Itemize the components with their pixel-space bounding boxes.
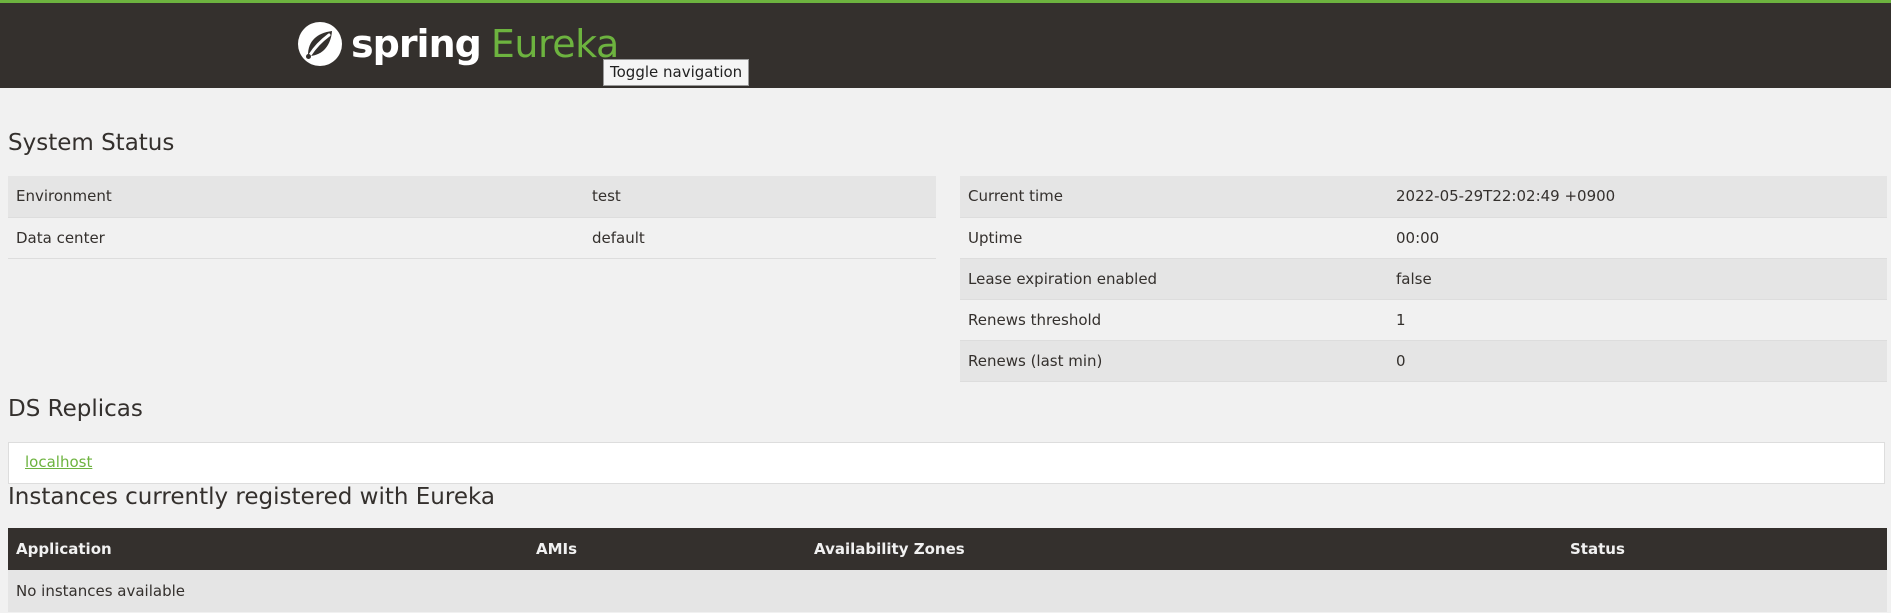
no-instances-message: No instances available <box>8 570 1887 612</box>
replica-link[interactable]: localhost <box>25 453 92 471</box>
status-key: Renews threshold <box>960 299 1388 341</box>
table-row: Uptime 00:00 <box>960 217 1887 259</box>
system-status-left-table: Environment test Data center default <box>8 176 936 259</box>
status-key: Environment <box>8 176 584 218</box>
column-header-status[interactable]: Status <box>1562 528 1887 570</box>
status-value: false <box>1388 258 1887 300</box>
brand-eureka-text: Eureka <box>490 22 619 66</box>
table-row: Lease expiration enabled false <box>960 258 1887 300</box>
spring-leaf-icon <box>298 22 342 66</box>
table-row: Renews (last min) 0 <box>960 340 1887 382</box>
brand-spring-text: spring <box>351 22 482 66</box>
system-status-heading: System Status <box>8 130 175 156</box>
status-key: Current time <box>960 176 1388 218</box>
system-status-right-table: Current time 2022-05-29T22:02:49 +0900 U… <box>960 176 1887 382</box>
table-row: Renews threshold 1 <box>960 299 1887 341</box>
table-row: Data center default <box>8 217 936 259</box>
instances-header-row: Application AMIs Availability Zones Stat… <box>8 528 1887 570</box>
ds-replicas-list: localhost <box>8 442 1885 484</box>
status-value: default <box>584 217 936 259</box>
status-key: Renews (last min) <box>960 340 1388 382</box>
status-key: Data center <box>8 217 584 259</box>
status-value: 1 <box>1388 299 1887 341</box>
ds-replicas-heading: DS Replicas <box>8 396 143 422</box>
instances-table: Application AMIs Availability Zones Stat… <box>8 528 1887 612</box>
spring-eureka-logo[interactable]: spring Eureka <box>297 20 619 68</box>
table-row: Environment test <box>8 176 936 218</box>
status-key: Uptime <box>960 217 1388 259</box>
status-value: test <box>584 176 936 218</box>
toggle-navigation-button[interactable]: Toggle navigation <box>603 59 750 86</box>
top-navbar: spring Eureka Toggle navigation <box>0 0 1891 88</box>
table-row: No instances available <box>8 570 1887 612</box>
status-value: 0 <box>1388 340 1887 382</box>
column-header-availability-zones[interactable]: Availability Zones <box>806 528 1562 570</box>
column-header-application[interactable]: Application <box>8 528 528 570</box>
status-value: 00:00 <box>1388 217 1887 259</box>
instances-heading: Instances currently registered with Eure… <box>8 484 495 510</box>
table-row: Current time 2022-05-29T22:02:49 +0900 <box>960 176 1887 218</box>
status-value: 2022-05-29T22:02:49 +0900 <box>1388 176 1887 218</box>
column-header-amis[interactable]: AMIs <box>528 528 806 570</box>
status-key: Lease expiration enabled <box>960 258 1388 300</box>
